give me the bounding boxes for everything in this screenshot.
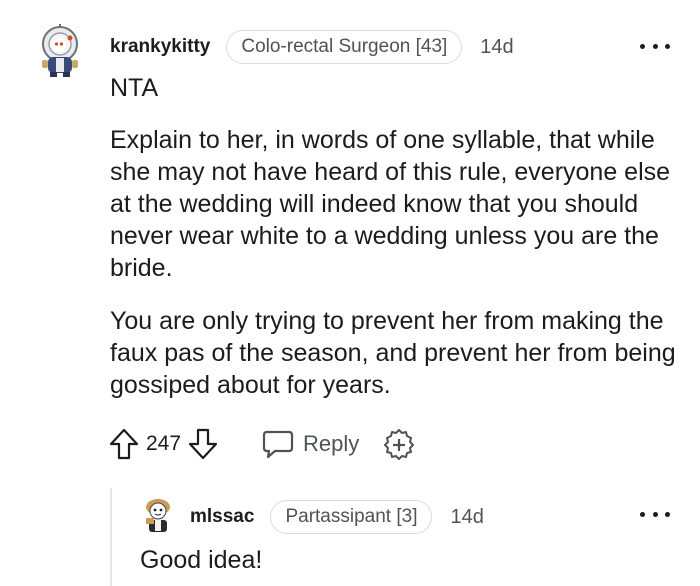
more-options-button[interactable] [640, 40, 670, 52]
comment-bubble-icon [262, 430, 294, 459]
snoo-avatar-icon [42, 24, 78, 77]
user-flair: Partassipant [3] [270, 500, 433, 534]
more-options-icon [640, 43, 645, 49]
comment-actions: 247 Reply [108, 426, 415, 462]
user-flair: Colo-rectal Surgeon [43] [226, 30, 463, 64]
comment-meta: krankykitty Colo-rectal Surgeon [43] 14d [110, 30, 514, 64]
username[interactable]: mlssac [190, 506, 254, 528]
timestamp[interactable]: 14d [450, 506, 483, 529]
avatar[interactable] [34, 24, 88, 78]
reply-label: Reply [303, 431, 360, 456]
reply-text: Good idea! [140, 546, 263, 574]
snoo-avatar-icon [146, 499, 170, 532]
upvote-button[interactable] [108, 427, 140, 461]
upvote-icon [109, 428, 139, 460]
more-options-dot [665, 511, 670, 517]
username[interactable]: krankykitty [110, 36, 210, 58]
more-options-icon [640, 511, 645, 517]
vote-count: 247 [146, 432, 182, 455]
more-options-button[interactable] [640, 508, 670, 520]
reply-meta: mlssac Partassipant [3] 14d [190, 500, 484, 534]
reply-button[interactable]: Reply [261, 429, 359, 459]
timestamp[interactable]: 14d [480, 36, 513, 59]
award-button[interactable] [383, 428, 415, 460]
downvote-icon [188, 428, 218, 460]
thread-line [110, 488, 112, 586]
comment-paragraph: You are only trying to prevent her from … [110, 307, 676, 399]
downvote-button[interactable] [187, 427, 219, 461]
more-options-dot [665, 43, 670, 49]
comment-paragraph: NTA [110, 74, 159, 102]
more-options-dot [652, 43, 658, 49]
award-plus-icon [384, 429, 415, 460]
comment-paragraph: Explain to her, in words of one syllable… [110, 126, 671, 282]
reply-avatar[interactable] [138, 496, 178, 536]
more-options-dot [652, 511, 658, 517]
